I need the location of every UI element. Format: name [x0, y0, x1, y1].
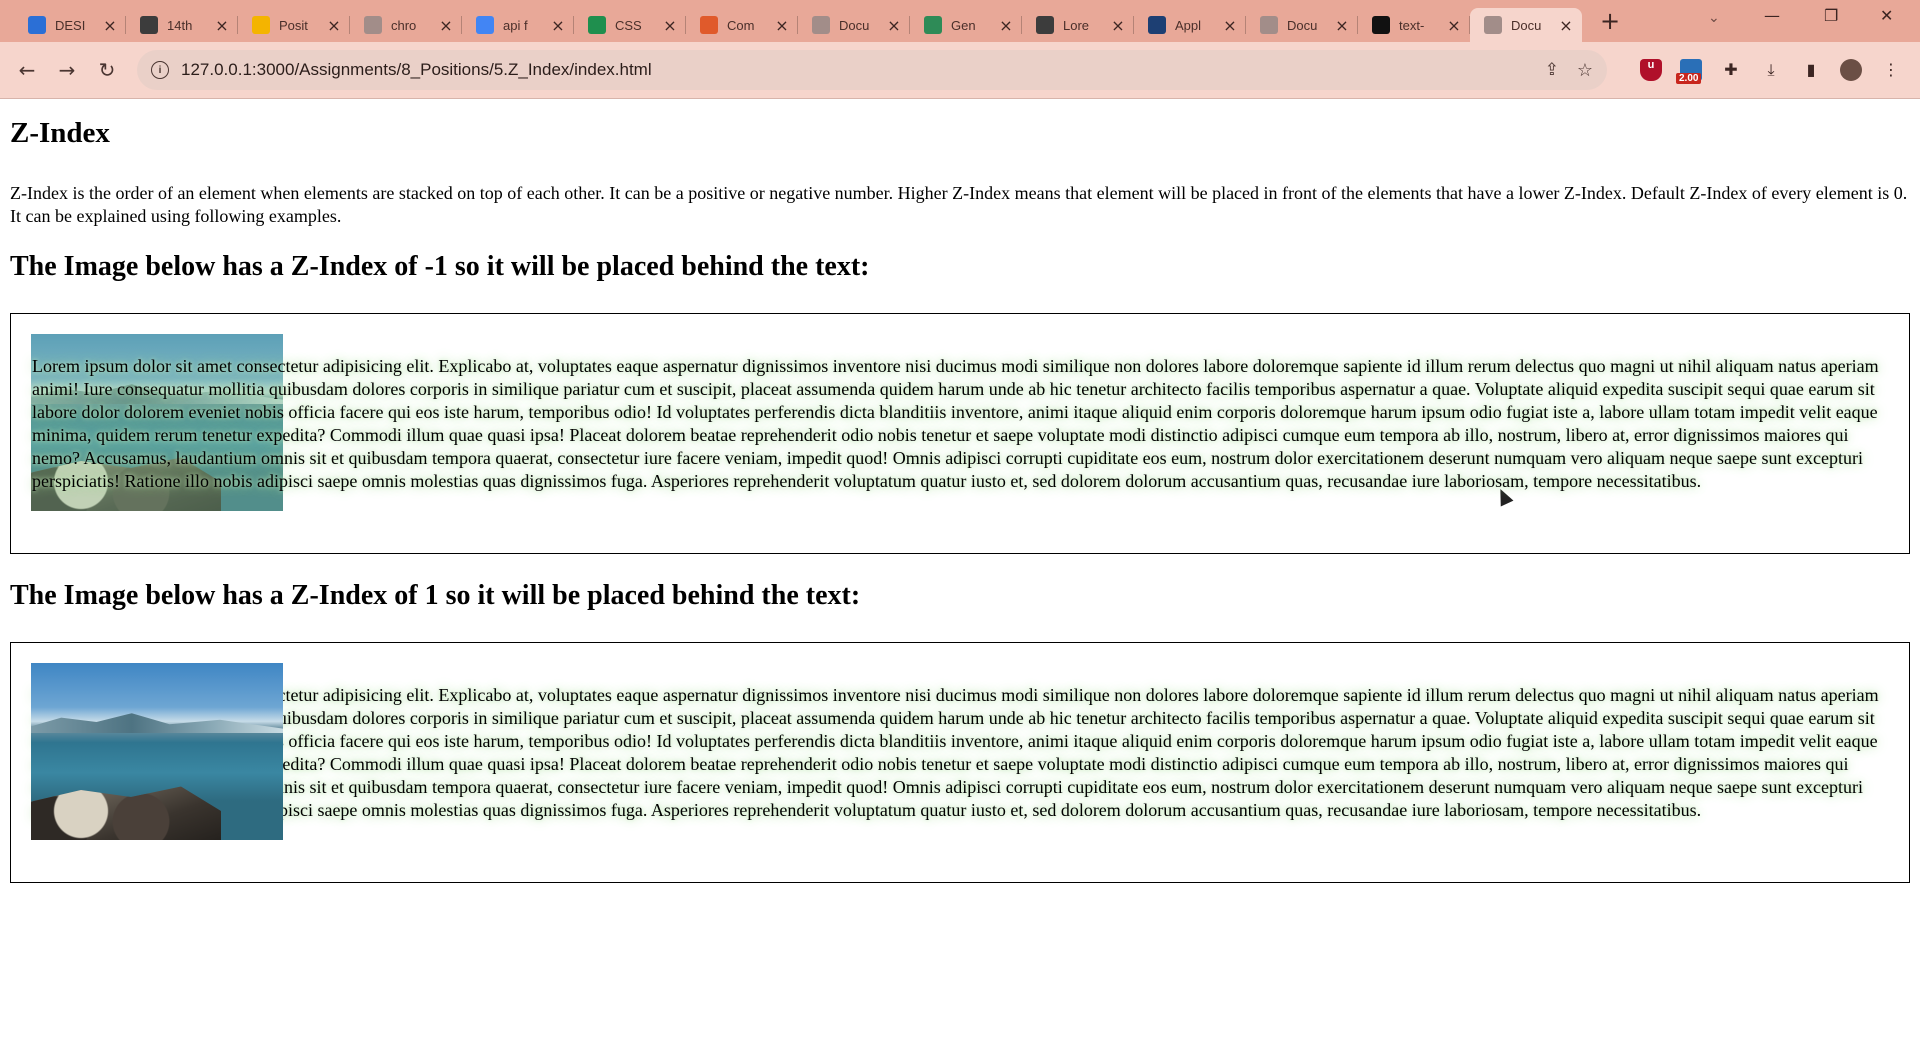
reload-icon[interactable]: ↻	[92, 55, 122, 85]
tab-label: CSS	[615, 17, 642, 33]
share-icon[interactable]: ⇪	[1545, 60, 1559, 80]
tab-close-icon[interactable]: ×	[438, 16, 454, 35]
globe-favicon-icon	[1484, 16, 1502, 34]
microsoft-favicon-icon	[700, 16, 718, 34]
tab-label: Appl	[1175, 17, 1202, 33]
tab-label: Docu	[839, 17, 870, 33]
restore-icon[interactable]: ❐	[1824, 6, 1838, 25]
sea-rocks-image	[31, 663, 283, 840]
medium-favicon-icon	[1372, 16, 1390, 34]
generator-favicon-icon	[924, 16, 942, 34]
minimize-icon[interactable]: —	[1764, 6, 1780, 25]
new-tab-button[interactable]: +	[1597, 8, 1623, 34]
tab-close-icon[interactable]: ×	[998, 16, 1014, 35]
browser-tab[interactable]: Appl ×	[1134, 8, 1246, 42]
tab-close-icon[interactable]: ×	[326, 16, 342, 35]
tab-label: Posit	[279, 17, 308, 33]
google-favicon-icon	[476, 16, 494, 34]
tab-label: Lore	[1063, 17, 1090, 33]
globe-favicon-icon	[364, 16, 382, 34]
browser-tab[interactable]: 14th ×	[126, 8, 238, 42]
section1-heading: The Image below has a Z-Index of -1 so i…	[10, 251, 870, 282]
example-box-positive: Lorem ipsum dolor sit amet consectetur a…	[10, 642, 1910, 883]
tab-close-icon[interactable]: ×	[550, 16, 566, 35]
browser-tab[interactable]: chro ×	[350, 8, 462, 42]
side-panel-icon[interactable]: ▮	[1800, 59, 1822, 81]
tab-search-icon[interactable]: ⌄	[1708, 10, 1720, 26]
google-drive-favicon-icon	[252, 16, 270, 34]
tab-close-icon[interactable]: ×	[1110, 16, 1126, 35]
address-url[interactable]: 127.0.0.1:3000/Assignments/8_Positions/5…	[181, 60, 652, 80]
wordpress-favicon-icon	[140, 16, 158, 34]
desi-favicon-icon	[28, 16, 46, 34]
tab-label: chro	[391, 17, 417, 33]
browser-tab[interactable]: DESI ×	[14, 8, 126, 42]
page-title: Z-Index	[10, 117, 110, 149]
example-box-negative: Lorem ipsum dolor sit amet consectetur a…	[10, 313, 1910, 554]
browser-toolbar: ← → ↻ i 127.0.0.1:3000/Assignments/8_Pos…	[0, 42, 1920, 99]
browser-tab[interactable]: Docu ×	[1246, 8, 1358, 42]
browser-tab[interactable]: Lore ×	[1022, 8, 1134, 42]
tab-close-icon[interactable]: ×	[1334, 16, 1350, 35]
download-icon[interactable]: ⤓	[1760, 59, 1782, 81]
tab-close-icon[interactable]: ×	[1222, 16, 1238, 35]
tab-close-icon[interactable]: ×	[886, 16, 902, 35]
page-content: Z-Index Z-Index is the order of an eleme…	[0, 99, 1920, 1050]
tab-label: text-	[1399, 17, 1425, 33]
tab-close-icon[interactable]: ×	[1558, 16, 1574, 35]
site-info-icon[interactable]: i	[151, 61, 169, 79]
example-text-1: Lorem ipsum dolor sit amet consectetur a…	[32, 356, 1879, 491]
bookmark-star-icon[interactable]: ☆	[1577, 60, 1593, 81]
ublock-extension-icon[interactable]: u	[1640, 59, 1662, 81]
tab-close-icon[interactable]: ×	[102, 16, 118, 35]
tab-close-icon[interactable]: ×	[1446, 16, 1462, 35]
globe-favicon-icon	[1260, 16, 1278, 34]
browser-tab[interactable]: Gen ×	[910, 8, 1022, 42]
tab-close-icon[interactable]: ×	[774, 16, 790, 35]
address-bar[interactable]: i 127.0.0.1:3000/Assignments/8_Positions…	[137, 50, 1607, 90]
tab-label: Com	[727, 17, 755, 33]
extensions-puzzle-icon[interactable]: ✚	[1720, 59, 1742, 81]
browser-tab[interactable]: Com ×	[686, 8, 798, 42]
back-arrow-icon[interactable]: ←	[12, 55, 42, 85]
tab-label: Docu	[1287, 17, 1318, 33]
intro-paragraph: Z-Index is the order of an element when …	[10, 183, 1908, 226]
profile-avatar[interactable]	[1840, 59, 1862, 81]
tab-label: 14th	[167, 17, 193, 33]
browser-tab[interactable]: api f ×	[462, 8, 574, 42]
browser-tab[interactable]: Docu ×	[798, 8, 910, 42]
globe-favicon-icon	[812, 16, 830, 34]
browser-tab[interactable]: Docu ×	[1470, 8, 1582, 42]
browser-tab[interactable]: Posit ×	[238, 8, 350, 42]
w3schools-favicon-icon	[588, 16, 606, 34]
tab-close-icon[interactable]: ×	[214, 16, 230, 35]
tab-close-icon[interactable]: ×	[662, 16, 678, 35]
close-window-icon[interactable]: ✕	[1880, 6, 1893, 25]
tab-label: Docu	[1511, 17, 1542, 33]
menu-kebab-icon[interactable]: ⋮	[1880, 59, 1902, 81]
tab-label: Gen	[951, 17, 976, 33]
example-text-2: Lorem ipsum dolor sit amet consectetur a…	[32, 685, 1879, 820]
app-favicon-icon	[1148, 16, 1166, 34]
tab-label: api f	[503, 17, 528, 33]
tab-label: DESI	[55, 17, 86, 33]
browser-tab[interactable]: CSS ×	[574, 8, 686, 42]
tab-strip: DESI × 14th × Posit × chro × api f × CSS × Com × Docu ×…	[0, 0, 1920, 42]
section2-heading: The Image below has a Z-Index of 1 so it…	[10, 580, 861, 611]
image-favicon-icon	[1036, 16, 1054, 34]
browser-tab[interactable]: text- ×	[1358, 8, 1470, 42]
forward-arrow-icon[interactable]: →	[52, 55, 82, 85]
speed-badge: 2.00	[1676, 73, 1702, 84]
